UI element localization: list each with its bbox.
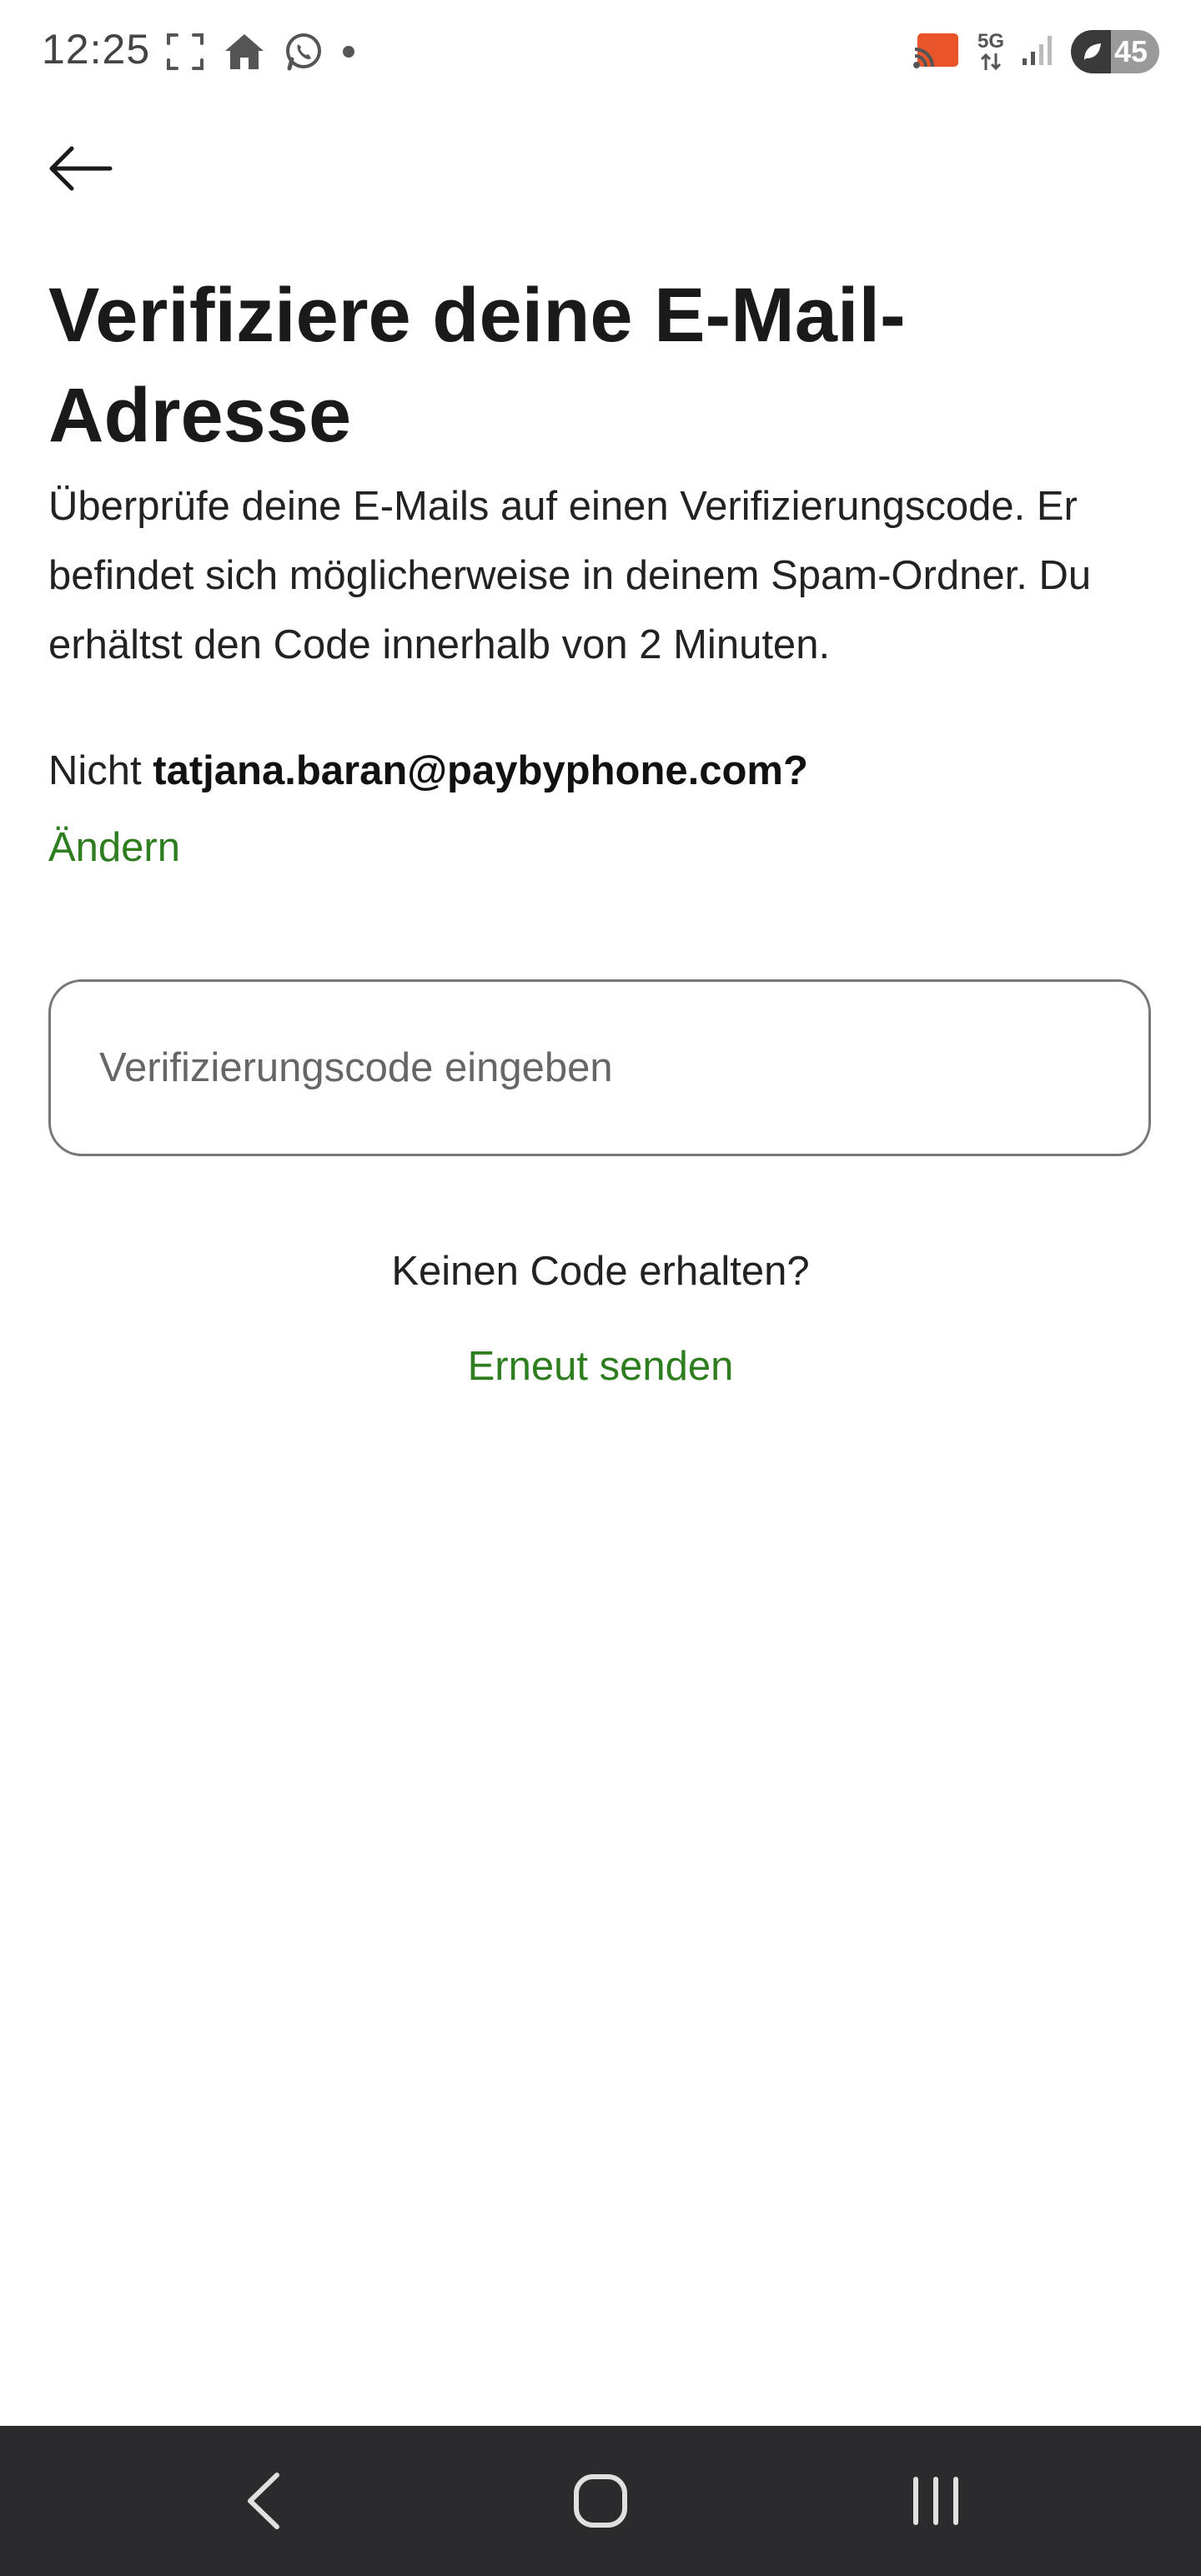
back-button[interactable] (47, 140, 127, 197)
nav-home-icon (574, 2474, 627, 2528)
no-code-text: Keinen Code erhalten? (391, 1249, 810, 1294)
battery-icon: 45 (1071, 30, 1159, 73)
nav-back-button[interactable] (180, 2426, 347, 2576)
instructions-text: Überprüfe deine E-Mails auf einen Verifi… (48, 484, 1092, 667)
system-navigation-bar (0, 2426, 1201, 2576)
signal-icon (1021, 33, 1054, 71)
whatsapp-icon (284, 32, 324, 76)
page-title: Verifiziere deine E-Mail-Adresse (48, 273, 906, 458)
home-icon (224, 33, 265, 75)
status-right-icons: 5G 45 (912, 25, 1159, 78)
nav-home-button[interactable] (517, 2426, 684, 2576)
back-arrow-icon (49, 146, 113, 191)
resend-code-link[interactable]: Erneut senden (0, 1343, 1201, 1390)
screenshot-icon (165, 32, 205, 76)
cast-icon (912, 31, 961, 73)
not-you-line: Nicht tatjana.baran@paybyphone.com? (48, 747, 808, 794)
notification-dot-icon (342, 45, 355, 63)
email-address: tatjana.baran@paybyphone.com? (153, 748, 808, 793)
status-time: 12:25 (42, 26, 151, 73)
nav-recents-icon (913, 2477, 958, 2525)
verification-code-input[interactable] (48, 979, 1151, 1156)
not-you-prefix: Nicht (48, 748, 142, 793)
power-saving-icon (1084, 43, 1101, 60)
battery-level: 45 (1113, 34, 1148, 68)
change-email-link[interactable]: Ändern (48, 824, 180, 871)
nav-recents-button[interactable] (852, 2426, 1019, 2576)
status-left-icons (165, 32, 355, 75)
5g-icon: 5G (977, 32, 1004, 72)
status-bar: 12:25 5G 45 (0, 0, 1201, 105)
nav-back-icon (248, 2473, 279, 2529)
